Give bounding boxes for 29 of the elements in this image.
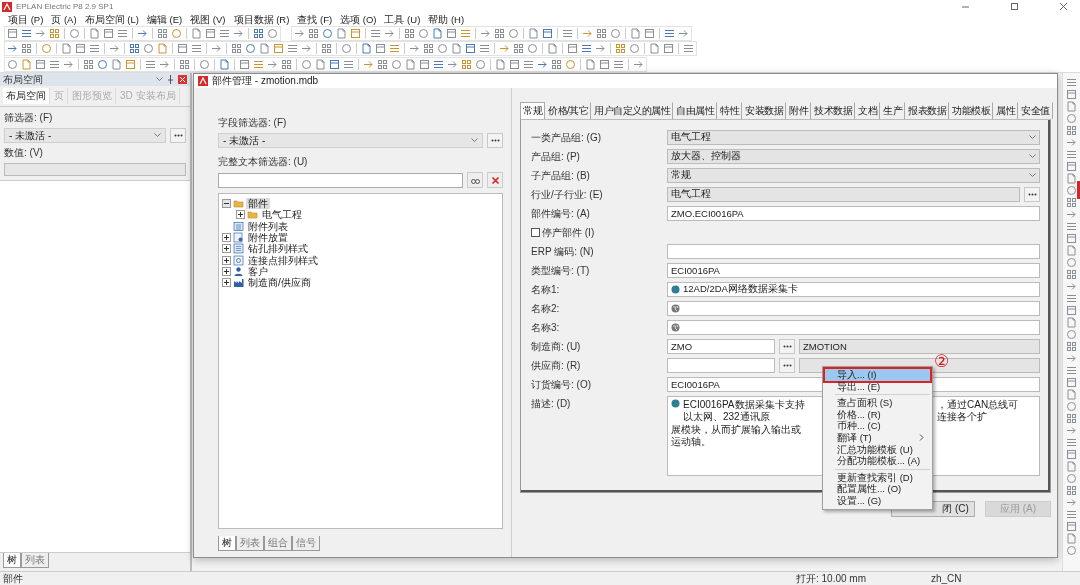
field-label: 供应商: (R) <box>531 358 582 373</box>
description-text: ECI0016PA数据采集卡支持以太网、232通讯原 <box>683 399 805 423</box>
step-marker: ② <box>934 353 950 371</box>
filter-label: 完整文本筛选器: (U) <box>218 155 309 169</box>
status-text: 部件 <box>2 572 24 585</box>
field-label: 子产品组: (B) <box>531 168 591 183</box>
window-title: EPLAN Electric P8 2.9 SP1 <box>16 2 115 11</box>
field-label: 名称2: <box>531 301 561 316</box>
value-label: 数值: (V) <box>4 146 44 160</box>
filter-label: 筛选器: (F) <box>4 111 54 125</box>
field-label: 部件编号: (A) <box>531 206 591 221</box>
description-text: 展模块，从而扩展输入输出或运动轴。 <box>671 424 802 448</box>
dialog-title: 部件管理 - zmotion.mdb <box>212 74 319 88</box>
panel-title: 布局空间 <box>3 72 44 87</box>
field-label: 制造商: (U) <box>531 339 582 354</box>
field-label: 产品组: (P) <box>531 149 581 164</box>
status-text: 打开: 10.00 mm <box>795 572 868 585</box>
field-label: 名称3: <box>531 320 561 335</box>
field-label: 一类产品组: (G) <box>531 130 602 145</box>
description-text: ，通过CAN总线可连接各个扩 <box>937 399 1020 423</box>
filter-label: 字段筛选器: (F) <box>218 116 288 130</box>
checkbox-label: 停产部件 (I) <box>542 225 595 240</box>
field-label: ERP 编码: (N) <box>531 244 595 259</box>
field-label: 描述: (D) <box>531 396 572 411</box>
field-label: 订货编号: (O) <box>531 377 592 392</box>
field-label: 类型编号: (T) <box>531 263 591 278</box>
field-label: 行业/子行业: (E) <box>531 187 604 202</box>
status-text: zh_CN <box>930 572 963 585</box>
field-label: 名称1: <box>531 282 561 297</box>
